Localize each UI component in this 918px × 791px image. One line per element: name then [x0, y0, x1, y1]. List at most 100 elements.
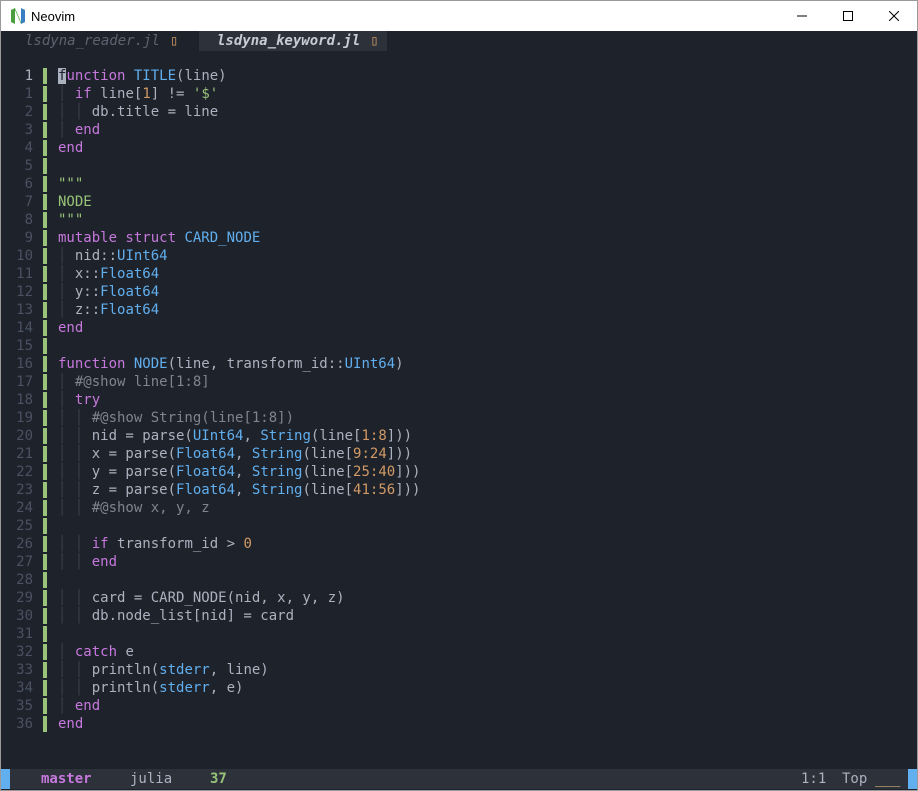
tabline: lsdyna_reader.jl ▯ lsdyna_keyword.jl ▯: [1, 31, 917, 51]
line-number: 1: [24, 68, 33, 84]
line-number: 10: [16, 248, 33, 264]
code-line[interactable]: 32 │ catch e: [1, 643, 917, 661]
code-text: │ end: [58, 698, 101, 714]
close-icon: [889, 11, 899, 21]
minimize-icon: [797, 15, 807, 17]
code-line[interactable]: 34 │ │ println(stderr, e): [1, 679, 917, 697]
git-added-sign: [43, 212, 47, 228]
git-added-sign: [43, 644, 47, 660]
line-number: 30: [16, 608, 33, 624]
tab-label: lsdyna_reader.jl: [25, 33, 160, 49]
code-line[interactable]: 22 │ │ y = parse(Float64, String(line[25:…: [1, 463, 917, 481]
tab-lsdyna-keyword[interactable]: lsdyna_keyword.jl ▯: [199, 31, 387, 51]
code-text: │ │ card = CARD_NODE(nid, x, y, z): [58, 590, 345, 606]
code-line[interactable]: 31: [1, 625, 917, 643]
git-added-sign: [43, 662, 47, 678]
statusline: master julia 37 1:1 Top ___: [1, 769, 917, 789]
code-line[interactable]: 1 function TITLE(line): [1, 67, 917, 85]
code-line[interactable]: 18 │ try: [1, 391, 917, 409]
code-line[interactable]: 14 end: [1, 319, 917, 337]
code-line[interactable]: 15: [1, 337, 917, 355]
git-added-sign: [43, 554, 47, 570]
code-text: │ │ db.node_list[nid] = card: [58, 608, 295, 624]
code-line[interactable]: 2 │ │ db.title = line: [1, 103, 917, 121]
code-text: │ │ db.title = line: [58, 104, 219, 120]
git-added-sign: [43, 176, 47, 192]
code-line[interactable]: 27 │ │ end: [1, 553, 917, 571]
tab-lsdyna-reader[interactable]: lsdyna_reader.jl ▯: [1, 31, 195, 51]
code-line[interactable]: 9 mutable struct CARD_NODE: [1, 229, 917, 247]
git-added-sign: [43, 698, 47, 714]
tabline-fill: [387, 31, 917, 51]
line-number: 11: [16, 266, 33, 282]
code-line[interactable]: 5: [1, 157, 917, 175]
line-number: 13: [16, 302, 33, 318]
code-text: │ │ z = parse(Float64, String(line[41:56…: [58, 482, 421, 498]
line-number: 4: [24, 140, 33, 156]
code-line[interactable]: 25: [1, 517, 917, 535]
git-added-sign: [43, 284, 47, 300]
code-line[interactable]: 36 end: [1, 715, 917, 733]
line-number: 33: [16, 662, 33, 678]
code-line[interactable]: 11 │ x::Float64: [1, 265, 917, 283]
minimize-button[interactable]: [779, 1, 825, 31]
tab-label: lsdyna_keyword.jl: [217, 33, 361, 49]
git-added-sign: [43, 500, 47, 516]
git-added-sign: [43, 518, 47, 534]
window-title: Neovim: [31, 9, 76, 24]
git-added-sign: [43, 356, 47, 372]
git-added-sign: [43, 338, 47, 354]
line-number: 8: [24, 212, 33, 228]
line-number: 20: [16, 428, 33, 444]
line-number: 31: [16, 626, 33, 642]
line-number: 12: [16, 284, 33, 300]
git-added-sign: [43, 428, 47, 444]
neovim-logo-icon: [10, 8, 26, 24]
code-text: end: [58, 140, 84, 156]
close-button[interactable]: [871, 1, 917, 31]
code-text: │ nid::UInt64: [58, 248, 168, 264]
code-text: end: [58, 320, 84, 336]
code-text: │ │ #@show x, y, z: [58, 500, 210, 516]
code-line[interactable]: 26 │ │ if transform_id > 0: [1, 535, 917, 553]
code-line[interactable]: 24 │ │ #@show x, y, z: [1, 499, 917, 517]
line-number: 18: [16, 392, 33, 408]
code-line[interactable]: 35 │ end: [1, 697, 917, 715]
code-text: │ │ x = parse(Float64, String(line[9:24]…: [58, 446, 413, 462]
code-line[interactable]: 23 │ │ z = parse(Float64, String(line[41:…: [1, 481, 917, 499]
code-line[interactable]: 20 │ │ nid = parse(UInt64, String(line[1:…: [1, 427, 917, 445]
neovim-window: Neovim lsdyna_reader.jl ▯ lsdyna_keyword.…: [0, 0, 918, 791]
git-added-sign: [43, 320, 47, 336]
code-line[interactable]: 1 │ if line[1] != '$': [1, 85, 917, 103]
title-bar: Neovim: [1, 1, 917, 31]
line-number: 26: [16, 536, 33, 552]
code-line[interactable]: 19 │ │ #@show String(line[1:8]): [1, 409, 917, 427]
code-line[interactable]: 29 │ │ card = CARD_NODE(nid, x, y, z): [1, 589, 917, 607]
code-text: │ #@show line[1:8]: [58, 374, 210, 390]
filetype: julia: [130, 771, 173, 787]
code-line[interactable]: 30 │ │ db.node_list[nid] = card: [1, 607, 917, 625]
line-number: 24: [16, 500, 33, 516]
code-line[interactable]: 17 │ #@show line[1:8]: [1, 373, 917, 391]
code-line[interactable]: 28: [1, 571, 917, 589]
code-line[interactable]: 13 │ z::Float64: [1, 301, 917, 319]
code-line[interactable]: 4 end: [1, 139, 917, 157]
tab-modified-icon: ▯: [370, 33, 379, 49]
code-line[interactable]: 33 │ │ println(stderr, line): [1, 661, 917, 679]
git-added-sign: [43, 482, 47, 498]
git-added-sign: [43, 464, 47, 480]
code-line[interactable]: 10 │ nid::UInt64: [1, 247, 917, 265]
code-line[interactable]: 6 """: [1, 175, 917, 193]
code-line[interactable]: 16 function NODE(line, transform_id::UInt…: [1, 355, 917, 373]
code-line[interactable]: 8 """: [1, 211, 917, 229]
code-text: function NODE(line, transform_id::UInt64…: [58, 356, 404, 372]
code-text: │ end: [58, 122, 101, 138]
maximize-button[interactable]: [825, 1, 871, 31]
code-text: │ x::Float64: [58, 266, 160, 282]
line-number: 35: [16, 698, 33, 714]
code-line[interactable]: 12 │ y::Float64: [1, 283, 917, 301]
editor-buffer[interactable]: 1 function TITLE(line) 1 │ if line[1] != '$…: [1, 67, 917, 767]
code-line[interactable]: 3 │ end: [1, 121, 917, 139]
code-line[interactable]: 7 NODE: [1, 193, 917, 211]
code-line[interactable]: 21 │ │ x = parse(Float64, String(line[9:2…: [1, 445, 917, 463]
